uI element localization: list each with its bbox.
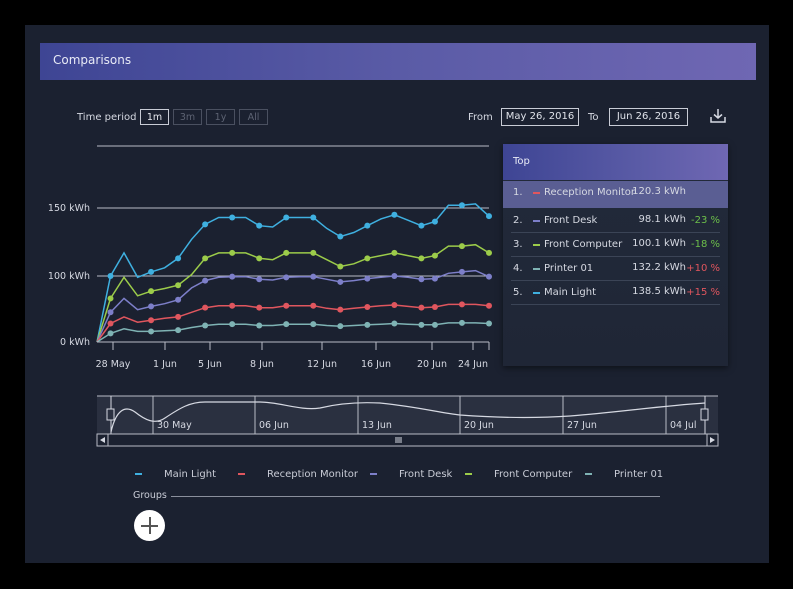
legend-swatch [135, 473, 142, 475]
legend-item[interactable]: Printer 01 [585, 469, 663, 480]
legend-item[interactable]: Main Light [135, 469, 216, 480]
legend-label: Main Light [164, 469, 217, 480]
navigator-left-handle[interactable] [106, 408, 115, 421]
legend-swatch [585, 473, 592, 475]
legend-item[interactable]: Reception Monitor [238, 469, 358, 480]
add-group-button[interactable] [134, 510, 165, 541]
legend-item[interactable]: Front Desk [370, 469, 452, 480]
navigator-scrollbar[interactable] [96, 433, 719, 447]
groups-divider [171, 496, 660, 497]
legend-label: Front Desk [399, 469, 453, 480]
legend-swatch [465, 473, 472, 475]
navigator-date-label: 20 Jun [464, 420, 494, 431]
groups-label: Groups [133, 490, 167, 501]
legend-swatch [370, 473, 377, 475]
navigator-date-label: 04 Jul [670, 420, 697, 431]
navigator-date-label: 27 Jun [567, 420, 597, 431]
navigator-right-handle[interactable] [700, 408, 709, 421]
range-navigator[interactable]: 30 May 06 Jun 13 Jun 20 Jun 27 Jun 04 Jul [0, 0, 793, 589]
legend-swatch [238, 473, 245, 475]
navigator-date-label: 06 Jun [259, 420, 289, 431]
legend-label: Printer 01 [614, 469, 664, 480]
legend-label: Front Computer [494, 469, 573, 480]
legend-item[interactable]: Front Computer [465, 469, 572, 480]
navigator-date-label: 30 May [157, 420, 192, 431]
legend-label: Reception Monitor [267, 469, 358, 480]
navigator-date-label: 13 Jun [362, 420, 392, 431]
